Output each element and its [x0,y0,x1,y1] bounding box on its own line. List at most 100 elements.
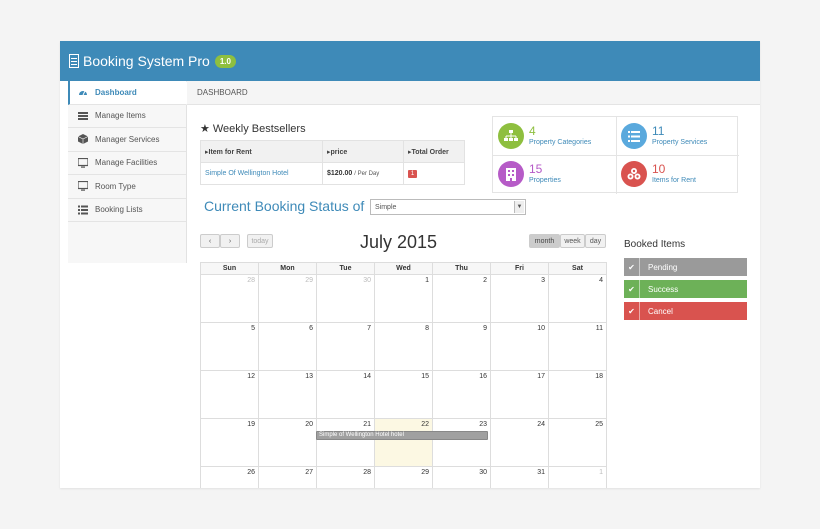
calendar-event[interactable]: Simple of Wellington Hotel hotel [316,431,488,440]
today-button[interactable]: today [247,234,273,248]
booked-status-label: Cancel [648,306,673,316]
book-icon [69,54,79,68]
cubes-icon [621,161,647,187]
calendar-day[interactable]: 31 [490,466,549,488]
calendar-day[interactable]: 18 [548,370,607,419]
calendar-day[interactable]: 29 [374,466,433,488]
calendar-day[interactable]: 25 [548,418,607,467]
calendar-day[interactable]: 21 [316,418,375,467]
check-icon: ✔ [624,280,640,298]
calendar-day[interactable]: 23 [432,418,491,467]
calendar-day[interactable]: 12 [200,370,259,419]
calendar-day[interactable]: 27 [258,466,317,488]
calendar-day[interactable]: 28 [316,466,375,488]
calendar-day[interactable]: 8 [374,322,433,371]
chevron-left-icon: ‹ [208,237,212,245]
calendar-day[interactable]: 24 [490,418,549,467]
weekday-header: Wed [374,262,433,275]
building-icon [498,161,524,187]
calendar-day[interactable]: 26 [200,466,259,488]
sidebar-item-manage-items[interactable]: Manage Items [68,105,186,128]
stat-label: Items for Rent [652,177,696,184]
calendar-day[interactable]: 10 [490,322,549,371]
weekday-header: Fri [490,262,549,275]
calendar-day[interactable]: 28 [200,274,259,323]
calendar-day[interactable]: 14 [316,370,375,419]
week-view-button[interactable]: week [560,234,585,248]
calendar-day[interactable]: 29 [258,274,317,323]
booked-status-pending[interactable]: ✔ Pending [624,258,747,276]
stat-number: 11 [652,124,665,138]
breadcrumb: DASHBOARD [187,81,760,105]
calendar-day[interactable]: 20 [258,418,317,467]
calendar-title: July 2015 [360,232,438,252]
order-count-badge: 1 [408,169,417,178]
sidebar-item-label: Room Type [95,181,136,191]
calendar-day[interactable]: 9 [432,322,491,371]
weekday-header: Sun [200,262,259,275]
dashboard-icon [78,88,88,97]
booked-status-label: Success [648,284,679,294]
sidebar-item-dashboard[interactable]: Dashboard [68,81,195,105]
sidebar-item-label: Booking Lists [95,205,143,215]
calendar-day[interactable]: 2 [432,274,491,323]
calendar-day[interactable]: 15 [374,370,433,419]
booked-items-title: Booked Items [624,239,686,250]
sidebar-item-manager-services[interactable]: Manager Services [68,128,186,152]
month-view-button[interactable]: month [529,234,560,248]
calendar-week: 26 27 28 29 30 31 1 [200,466,607,488]
stat-label: Properties [529,177,561,184]
price-unit: / Per Day [354,171,380,177]
item-link[interactable]: Simple Of Wellington Hotel [205,170,289,177]
stat-number: 15 [529,162,543,176]
stat-items-for-rent[interactable]: 10 Items for Rent [616,155,739,193]
chevron-down-icon[interactable]: ▼ [514,201,524,213]
calendar-day[interactable]: 16 [432,370,491,419]
calendar-day[interactable]: 7 [316,322,375,371]
booked-status-label: Pending [648,262,678,272]
calendar-day[interactable]: 17 [490,370,549,419]
calendar-day[interactable]: 4 [548,274,607,323]
booked-status-cancel[interactable]: ✔ Cancel [624,302,747,320]
star-icon: ★ [200,123,210,135]
list-icon [78,205,88,215]
prev-month-button[interactable]: ‹ [200,234,220,248]
version-badge: 1.0 [214,54,236,68]
sidebar-item-label: Manage Facilities [95,158,158,168]
property-select[interactable]: Simple ▼ [370,199,526,215]
calendar-day[interactable]: 11 [548,322,607,371]
calendar-day[interactable]: 19 [200,418,259,467]
column-header[interactable]: ▸price [322,140,404,163]
calendar-grid: Sun Mon Tue Wed Thu Fri Sat 28 29 30 1 2… [200,262,607,488]
stat-property-services[interactable]: 11 Property Services [616,117,739,155]
stat-property-categories[interactable]: 4 Property Categories [493,117,616,155]
sidebar-item-room-type[interactable]: Room Type [68,175,186,199]
calendar-day-today[interactable]: 22 [374,418,433,467]
calendar-day[interactable]: 6 [258,322,317,371]
sidebar-item-manage-facilities[interactable]: Manage Facilities [68,152,186,175]
day-view-button[interactable]: day [585,234,606,248]
table-row: Simple Of Wellington Hotel $120.00 / Per… [200,162,465,185]
top-bar: Booking System Pro 1.0 [60,41,760,81]
app-brand[interactable]: Booking System Pro [83,53,210,69]
price-value: $120.00 [327,170,353,177]
booked-status-success[interactable]: ✔ Success [624,280,747,298]
calendar-day[interactable]: 13 [258,370,317,419]
column-header[interactable]: ▸Item for Rent [200,140,323,163]
calendar-day[interactable]: 1 [548,466,607,488]
sidebar-item-booking-lists[interactable]: Booking Lists [68,199,186,222]
stat-properties[interactable]: 15 Properties [493,155,616,193]
next-month-button[interactable]: › [220,234,240,248]
sidebar-item-label: Manager Services [95,134,160,144]
breadcrumb-label[interactable]: DASHBOARD [197,88,248,97]
calendar-day[interactable]: 3 [490,274,549,323]
check-icon: ✔ [624,258,640,276]
calendar-day[interactable]: 30 [432,466,491,488]
calendar-day[interactable]: 5 [200,322,259,371]
calendar-day[interactable]: 30 [316,274,375,323]
weekday-header: Mon [258,262,317,275]
bestsellers-table: ▸Item for Rent ▸price ▸Total Order Simpl… [200,140,465,185]
calendar-week: 12 13 14 15 16 17 18 [200,370,607,419]
column-header[interactable]: ▸Total Order [403,140,465,163]
calendar-day[interactable]: 1 [374,274,433,323]
